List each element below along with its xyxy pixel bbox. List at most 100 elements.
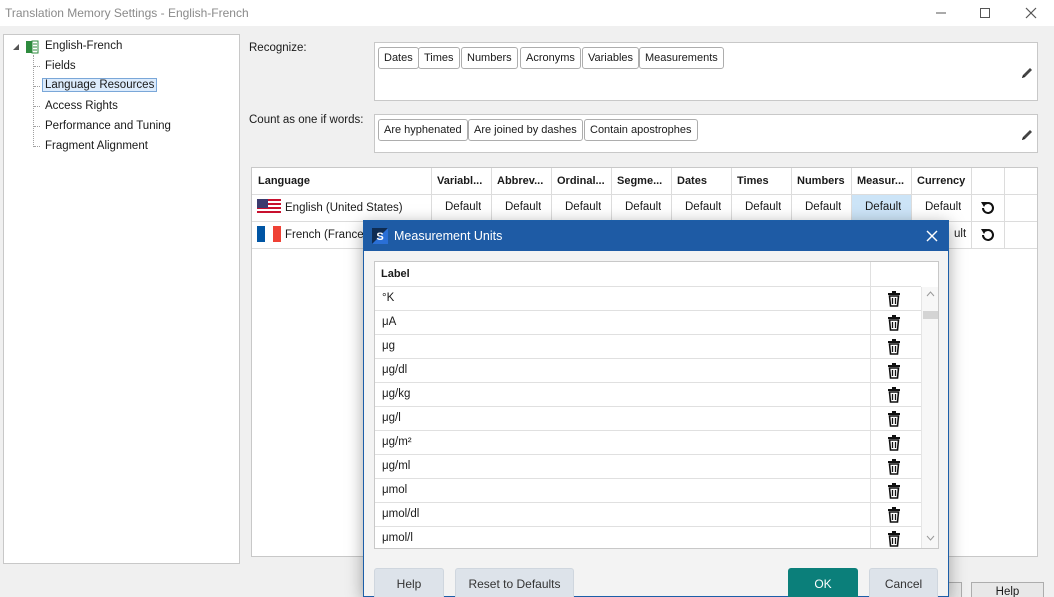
trash-icon[interactable] [885, 362, 903, 380]
column-header-measurements[interactable]: Measur... [857, 168, 913, 194]
column-header-currency[interactable]: Currency [917, 168, 973, 194]
tree-item-fragment-alignment[interactable]: Fragment Alignment [45, 140, 148, 152]
unit-row[interactable]: μg/m² [375, 431, 921, 455]
recognize-token-box[interactable]: Dates Times Numbers Acronyms Variables M… [374, 42, 1038, 101]
reset-to-defaults-button[interactable]: Reset to Defaults [455, 568, 574, 597]
value-cell[interactable]: Default [445, 194, 481, 220]
value-cell[interactable]: Default [625, 194, 661, 220]
token-measurements[interactable]: Measurements [639, 47, 724, 69]
unit-row[interactable]: μg/dl [375, 359, 921, 383]
trash-icon[interactable] [885, 506, 903, 524]
column-header-ordinals[interactable]: Ordinal... [557, 168, 613, 194]
reset-row-icon[interactable] [979, 199, 997, 217]
maximize-icon [980, 8, 990, 18]
dialog-help-button[interactable]: Help [374, 568, 444, 597]
unit-row[interactable]: μmol [375, 479, 921, 503]
trash-icon[interactable] [885, 314, 903, 332]
column-header-abbreviations[interactable]: Abbrev... [497, 168, 553, 194]
trash-icon[interactable] [885, 458, 903, 476]
tree-item-fields[interactable]: Fields [45, 60, 76, 72]
reset-row-icon[interactable] [979, 226, 997, 244]
trash-icon[interactable] [885, 386, 903, 404]
column-header-variables[interactable]: Variabl... [437, 168, 493, 194]
ok-button[interactable]: OK [788, 568, 858, 597]
edit-count-pencil-icon[interactable] [1020, 128, 1034, 142]
value-cell-selected[interactable]: Default [865, 194, 901, 220]
trash-icon[interactable] [885, 482, 903, 500]
vertical-scrollbar[interactable] [921, 287, 938, 548]
grid-line [971, 168, 972, 248]
value-cell[interactable]: Default [685, 194, 721, 220]
us-flag-icon [257, 199, 281, 215]
unit-label: μmol/dl [382, 508, 420, 520]
unit-row[interactable]: μA [375, 311, 921, 335]
tree-item-language-resources[interactable]: Language Resources [42, 78, 158, 92]
trash-icon[interactable] [885, 434, 903, 452]
token-joined-by-dashes[interactable]: Are joined by dashes [468, 119, 583, 141]
value-cell[interactable]: Default [805, 194, 841, 220]
count-as-one-token-box[interactable]: Are hyphenated Are joined by dashes Cont… [374, 114, 1038, 153]
scroll-down-icon[interactable] [926, 535, 935, 541]
value-cell[interactable]: ult [954, 221, 970, 247]
scrollbar-thumb[interactable] [923, 311, 938, 319]
svg-text:S: S [376, 231, 383, 243]
maximize-button[interactable] [962, 0, 1008, 26]
title-bar: Translation Memory Settings - English-Fr… [0, 0, 1054, 26]
edit-recognize-pencil-icon[interactable] [1020, 66, 1034, 80]
minimize-button[interactable] [918, 0, 964, 26]
tree-item-access-rights[interactable]: Access Rights [45, 100, 118, 112]
token-variables[interactable]: Variables [582, 47, 640, 69]
scroll-up-icon[interactable] [926, 291, 935, 297]
cancel-button[interactable]: Cancel [869, 568, 938, 597]
unit-row[interactable]: μg/l [375, 407, 921, 431]
unit-label: °K [382, 292, 395, 304]
unit-row[interactable]: μg/ml [375, 455, 921, 479]
grid-line [1004, 168, 1005, 248]
value-cell[interactable]: Default [565, 194, 601, 220]
measurement-units-dialog: S Measurement Units Label °K μA μg μg/dl μg/… [363, 220, 949, 597]
unit-row[interactable]: °K [375, 287, 921, 311]
column-header-dates[interactable]: Dates [677, 168, 733, 194]
close-icon [1025, 7, 1037, 19]
tree-connector [34, 146, 40, 147]
column-header-times[interactable]: Times [737, 168, 793, 194]
app-logo-icon: S [372, 228, 388, 244]
value-cell[interactable]: Default [745, 194, 781, 220]
column-header-numbers[interactable]: Numbers [797, 168, 853, 194]
unit-label: μg [382, 340, 396, 352]
unit-row[interactable]: μg [375, 335, 921, 359]
column-header-language[interactable]: Language [258, 168, 428, 194]
token-dates[interactable]: Dates [378, 47, 419, 69]
unit-row[interactable]: μg/kg [375, 383, 921, 407]
token-are-hyphenated[interactable]: Are hyphenated [378, 119, 468, 141]
trash-icon[interactable] [885, 290, 903, 308]
token-numbers[interactable]: Numbers [461, 47, 518, 69]
unit-label: μmol [382, 484, 408, 496]
main-help-button[interactable]: Help [971, 582, 1044, 597]
count-as-one-label: Count as one if words: [249, 114, 364, 126]
tree-connector [34, 106, 40, 107]
label-column-header[interactable]: Label [381, 268, 410, 280]
units-list: Label °K μA μg μg/dl μg/kg μg/l μg/m² μg/ml μmol… [374, 261, 939, 549]
unit-label: μg/l [382, 412, 401, 424]
close-window-button[interactable] [1008, 0, 1054, 26]
unit-label: μA [382, 316, 397, 328]
main-ok-button-partial[interactable] [948, 582, 962, 597]
value-cell[interactable]: Default [925, 194, 961, 220]
column-header-segmentation[interactable]: Segme... [617, 168, 673, 194]
token-acronyms[interactable]: Acronyms [520, 47, 581, 69]
language-cell: English (United States) [285, 202, 403, 214]
token-times[interactable]: Times [418, 47, 460, 69]
close-icon[interactable] [926, 230, 938, 242]
trash-icon[interactable] [885, 338, 903, 356]
tree-item-performance-tuning[interactable]: Performance and Tuning [45, 120, 171, 132]
collapse-arrow-icon[interactable] [12, 43, 20, 51]
unit-row[interactable]: μmol/dl [375, 503, 921, 527]
trash-icon[interactable] [885, 410, 903, 428]
translation-memory-icon [26, 40, 39, 54]
trash-icon[interactable] [885, 530, 903, 548]
unit-row[interactable]: μmol/l [375, 527, 921, 548]
token-contain-apostrophes[interactable]: Contain apostrophes [584, 119, 698, 141]
value-cell[interactable]: Default [505, 194, 541, 220]
tree-root-english-french[interactable]: English-French [45, 40, 122, 52]
